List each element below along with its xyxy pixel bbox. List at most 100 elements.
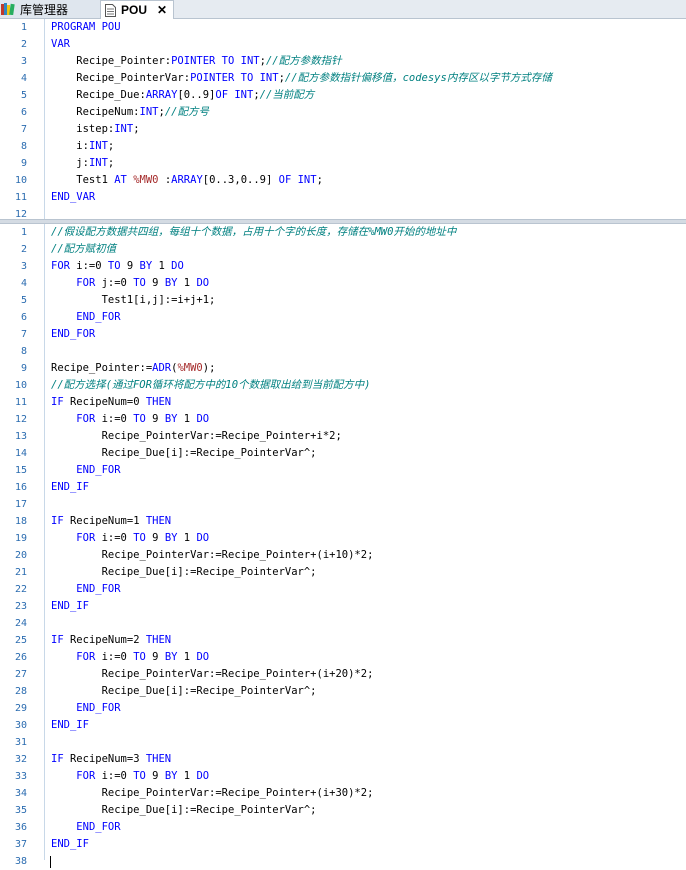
code-token: IF bbox=[51, 396, 64, 408]
code-line[interactable]: 19 FOR i:=0 TO 9 BY 1 DO bbox=[0, 530, 686, 547]
declaration-editor[interactable]: 1 PROGRAM POU 2 VAR 3 Recipe_Pointer:POINTER… bbox=[0, 19, 686, 220]
code-line[interactable]: 1 //假设配方数据共四组，每组十个数据，占用十个字的长度，存储在%MW0开始的地… bbox=[0, 224, 686, 241]
line-number: 4 bbox=[20, 278, 27, 289]
code-line[interactable]: 26 FOR i:=0 TO 9 BY 1 DO bbox=[0, 649, 686, 666]
code-line[interactable]: 7 istep:INT; bbox=[0, 121, 686, 138]
code-line[interactable]: 30 END_IF bbox=[0, 717, 686, 734]
code-token: DO bbox=[196, 651, 210, 663]
code-text: Recipe_Due[i]:=Recipe_PointerVar^; bbox=[51, 802, 317, 819]
code-token: END_IF bbox=[51, 600, 89, 612]
code-line[interactable]: 28 Recipe_Due[i]:=Recipe_PointerVar^; bbox=[0, 683, 686, 700]
line-number: 38 bbox=[14, 856, 27, 867]
code-token: DO bbox=[196, 277, 210, 289]
code-line[interactable]: 13 Recipe_PointerVar:=Recipe_Pointer+i*2… bbox=[0, 428, 686, 445]
code-line[interactable]: 2 //配方赋初值 bbox=[0, 241, 686, 258]
line-number: 19 bbox=[14, 533, 27, 544]
code-text: Test1 AT %MW0 :ARRAY[0..3,0..9] OF INT; bbox=[51, 172, 323, 189]
code-token: Recipe_PointerVar:=Recipe_Pointer+(i+30)… bbox=[51, 787, 374, 799]
implementation-editor[interactable]: 1 //假设配方数据共四组，每组十个数据，占用十个字的长度，存储在%MW0开始的地… bbox=[0, 224, 686, 868]
code-token: ; bbox=[107, 140, 115, 152]
code-token: TO bbox=[133, 532, 146, 544]
code-token: RecipeNum: bbox=[51, 106, 140, 118]
code-line[interactable]: 17 bbox=[0, 496, 686, 513]
code-line[interactable]: 3 FOR i:=0 TO 9 BY 1 DO bbox=[0, 258, 686, 275]
code-line[interactable]: 8 i:INT; bbox=[0, 138, 686, 155]
code-line[interactable]: 12 FOR i:=0 TO 9 BY 1 DO bbox=[0, 411, 686, 428]
code-line[interactable]: 10 Test1 AT %MW0 :ARRAY[0..3,0..9] OF IN… bbox=[0, 172, 686, 189]
code-line[interactable]: 16 END_IF bbox=[0, 479, 686, 496]
code-line[interactable]: 37 END_IF bbox=[0, 836, 686, 853]
code-line[interactable]: 9 Recipe_Pointer:=ADR(%MW0); bbox=[0, 360, 686, 377]
code-token: Recipe_PointerVar: bbox=[51, 72, 191, 84]
code-line[interactable]: 18 IF RecipeNum=1 THEN bbox=[0, 513, 686, 530]
code-line[interactable]: 20 Recipe_PointerVar:=Recipe_Pointer+(i+… bbox=[0, 547, 686, 564]
code-line[interactable]: 4 FOR j:=0 TO 9 BY 1 DO bbox=[0, 275, 686, 292]
code-line[interactable]: 22 END_FOR bbox=[0, 581, 686, 598]
code-line[interactable]: 14 Recipe_Due[i]:=Recipe_PointerVar^; bbox=[0, 445, 686, 462]
code-line[interactable]: 6 RecipeNum:INT;//配方号 bbox=[0, 104, 686, 121]
code-line[interactable]: 36 END_FOR bbox=[0, 819, 686, 836]
line-number: 8 bbox=[20, 141, 27, 152]
line-number: 36 bbox=[14, 822, 27, 833]
code-token: DO bbox=[171, 260, 184, 272]
code-line[interactable]: 31 bbox=[0, 734, 686, 751]
text-cursor bbox=[50, 856, 51, 868]
code-text: FOR j:=0 TO 9 BY 1 DO bbox=[51, 275, 209, 292]
code-line[interactable]: 6 END_FOR bbox=[0, 309, 686, 326]
code-line[interactable]: 7 END_FOR bbox=[0, 326, 686, 343]
code-line[interactable]: 8 bbox=[0, 343, 686, 360]
code-line[interactable]: 27 Recipe_PointerVar:=Recipe_Pointer+(i+… bbox=[0, 666, 686, 683]
line-number: 10 bbox=[14, 380, 27, 391]
code-line[interactable]: 1 PROGRAM POU bbox=[0, 19, 686, 36]
close-icon[interactable]: ✕ bbox=[157, 3, 167, 17]
code-text: Recipe_Due:ARRAY[0..9]OF INT;//当前配方 bbox=[51, 87, 314, 104]
code-token: INT bbox=[139, 106, 159, 118]
code-line[interactable]: 35 Recipe_Due[i]:=Recipe_PointerVar^; bbox=[0, 802, 686, 819]
code-token: ARRAY bbox=[171, 174, 203, 186]
code-line[interactable]: 34 Recipe_PointerVar:=Recipe_Pointer+(i+… bbox=[0, 785, 686, 802]
line-number: 12 bbox=[14, 414, 27, 425]
code-line[interactable]: 23 END_IF bbox=[0, 598, 686, 615]
code-line[interactable]: 32 IF RecipeNum=3 THEN bbox=[0, 751, 686, 768]
code-line[interactable]: 5 Test1[i,j]:=i+j+1; bbox=[0, 292, 686, 309]
code-line[interactable]: 21 Recipe_Due[i]:=Recipe_PointerVar^; bbox=[0, 564, 686, 581]
code-text: RecipeNum:INT;//配方号 bbox=[51, 104, 209, 121]
code-line[interactable]: 33 FOR i:=0 TO 9 BY 1 DO bbox=[0, 768, 686, 785]
code-line[interactable]: 11 IF RecipeNum=0 THEN bbox=[0, 394, 686, 411]
code-token: //配方参数指针 bbox=[265, 55, 342, 67]
code-line[interactable]: 11 END_VAR bbox=[0, 189, 686, 206]
code-line[interactable]: 5 Recipe_Due:ARRAY[0..9]OF INT;//当前配方 bbox=[0, 87, 686, 104]
code-line[interactable]: 25 IF RecipeNum=2 THEN bbox=[0, 632, 686, 649]
code-line[interactable]: 38 bbox=[0, 853, 686, 870]
code-text: Recipe_Due[i]:=Recipe_PointerVar^; bbox=[51, 564, 317, 581]
code-text: FOR i:=0 TO 9 BY 1 DO bbox=[51, 411, 209, 428]
code-token: IF bbox=[51, 753, 64, 765]
code-text: //假设配方数据共四组，每组十个数据，占用十个字的长度，存储在%MW0开始的地址… bbox=[51, 224, 456, 241]
code-token: RecipeNum=1 bbox=[63, 515, 146, 527]
document-icon bbox=[105, 3, 116, 17]
code-text: END_FOR bbox=[51, 581, 120, 598]
code-token: IF bbox=[51, 634, 64, 646]
code-line[interactable]: 10 //配方选择(通过FOR循环将配方中的10个数据取出给到当前配方中) bbox=[0, 377, 686, 394]
code-token: 1 bbox=[177, 651, 197, 663]
code-token: 1 bbox=[177, 277, 197, 289]
code-line[interactable]: 3 Recipe_Pointer:POINTER TO INT;//配方参数指针 bbox=[0, 53, 686, 70]
code-line[interactable]: 4 Recipe_PointerVar:POINTER TO INT;//配方参… bbox=[0, 70, 686, 87]
code-line[interactable]: 15 END_FOR bbox=[0, 462, 686, 479]
code-token: i:=0 bbox=[95, 413, 134, 425]
code-line[interactable]: 24 bbox=[0, 615, 686, 632]
code-line[interactable]: 9 j:INT; bbox=[0, 155, 686, 172]
code-token: DO bbox=[196, 413, 210, 425]
code-token: BY bbox=[139, 260, 153, 272]
code-token: INT bbox=[88, 140, 108, 152]
code-line[interactable]: 29 END_FOR bbox=[0, 700, 686, 717]
tab-pou[interactable]: POU ✕ bbox=[100, 0, 174, 19]
code-token: BY bbox=[164, 651, 178, 663]
code-line[interactable]: 2 VAR bbox=[0, 36, 686, 53]
code-token: ; bbox=[316, 174, 323, 186]
code-token: Recipe_PointerVar:=Recipe_Pointer+(i+10)… bbox=[51, 549, 374, 561]
code-token: j: bbox=[51, 157, 89, 169]
code-token: POINTER TO INT bbox=[171, 55, 260, 67]
code-token: BY bbox=[164, 770, 178, 782]
